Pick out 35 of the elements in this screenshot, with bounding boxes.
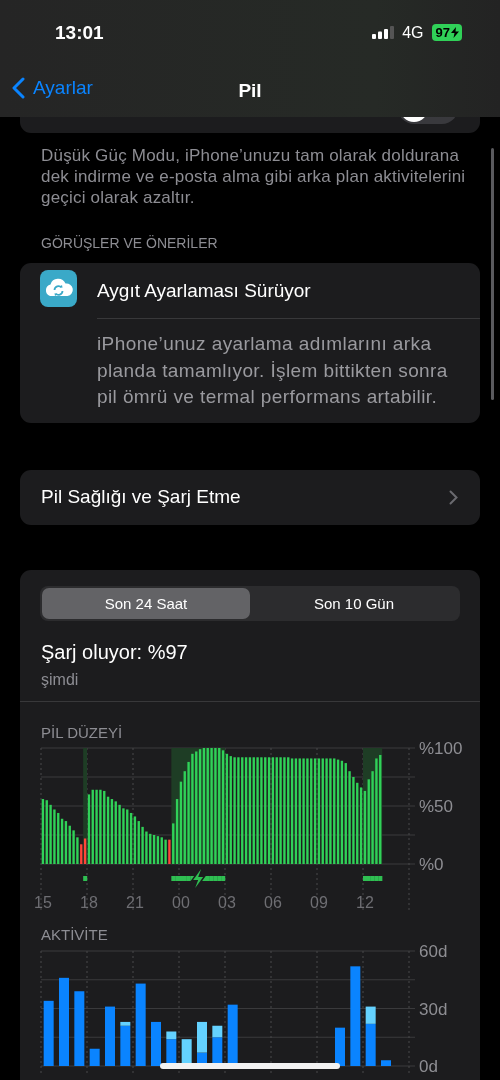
insight-title: Aygıt Ayarlaması Sürüyor <box>97 279 311 302</box>
signal-icon <box>372 26 395 39</box>
section-header: GÖRÜŞLER VE ÖNERİLER <box>40 235 219 251</box>
battery-health-row[interactable]: Pil Sağlığı ve Şarj Etme <box>20 469 480 525</box>
axis-label: 0d <box>419 1056 438 1074</box>
network-type: 4G <box>402 23 424 42</box>
axis-label: 60d <box>419 943 448 961</box>
axis-label: 09 <box>310 893 328 911</box>
axis-label: 30d <box>419 999 448 1018</box>
back-button[interactable]: Ayarlar <box>12 77 93 99</box>
axis-label: 12 <box>356 893 374 911</box>
chart-title: PİL DÜZEYİ <box>41 723 124 742</box>
back-icon <box>12 77 25 99</box>
chevron-icon <box>449 489 458 505</box>
lightning-icon <box>190 867 207 889</box>
axis-label: %50 <box>419 796 454 816</box>
axis-label: 00 <box>172 893 190 911</box>
segment-tab[interactable]: Son 24 Saat <box>42 587 250 619</box>
status-time: 13:01 <box>55 21 104 44</box>
axis-label: %0 <box>419 854 444 874</box>
axis-label: 18 <box>80 893 98 911</box>
axis-label: 15 <box>34 893 52 911</box>
footer-note: Düşük Güç Modu, iPhone’unuzu tam olarak doldurana dek indirme ve e-posta alma gibi arka plan aktivitelerini geçici olarak azaltır. <box>40 145 467 208</box>
axis-label: %100 <box>419 741 463 758</box>
axis-label: 06 <box>264 893 282 911</box>
status-time-label: şimdi <box>41 669 80 690</box>
page-title: Pil <box>238 80 262 102</box>
charging-status: Şarj oluyor: %97 <box>41 639 189 664</box>
axis-label: 21 <box>126 893 144 911</box>
chart-title: AKTİVİTE <box>41 925 109 944</box>
segment-tab[interactable]: Son 10 Gün <box>250 587 458 619</box>
cloud-sync-icon <box>40 270 77 307</box>
insight-text: iPhone’unuz ayarlama adımlarını arka planda tamamlıyor. İşlem bittikten sonra pil ömrü ve termal performans artabilir. <box>96 332 449 409</box>
axis-label: 03 <box>218 893 236 911</box>
battery-indicator: 97 <box>431 24 462 41</box>
